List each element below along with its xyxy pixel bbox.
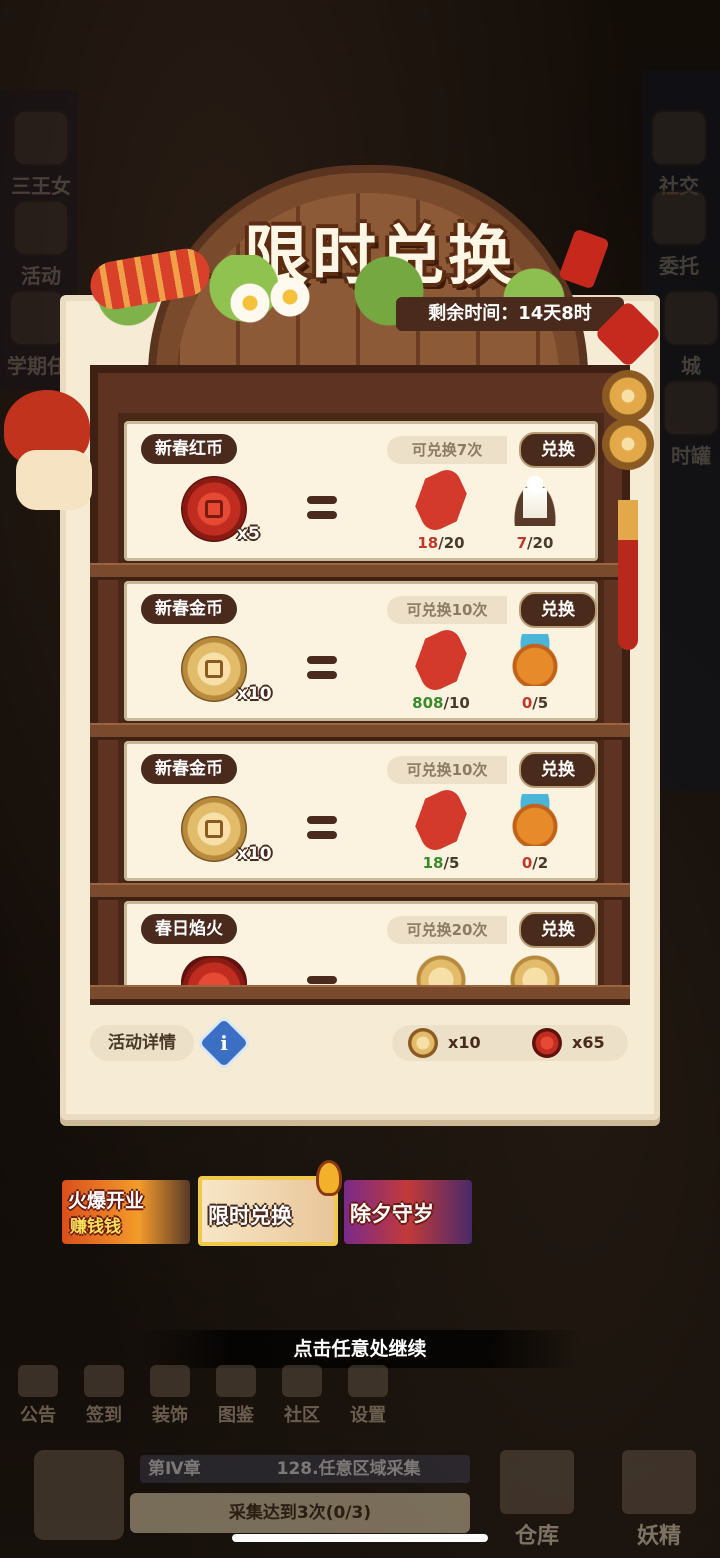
item-have: 18: [417, 534, 439, 552]
exchange-button[interactable]: 兑换: [519, 592, 597, 628]
shelf-beam: [90, 723, 630, 740]
exchange-row: 新春金币 可兑换10次 兑换 x10 808/10 0/5: [124, 581, 598, 721]
row-limit: 可兑换10次: [387, 596, 507, 624]
checkin-icon: [84, 1365, 124, 1397]
lucky-bag-icon: [509, 794, 561, 846]
required-item[interactable]: 0/5: [505, 634, 565, 712]
chest-icon: [500, 1450, 574, 1514]
equals-icon: [307, 496, 337, 522]
required-item[interactable]: 18/20: [406, 465, 476, 552]
item-need: /5: [532, 694, 549, 712]
flower-icon: [270, 277, 310, 317]
gear-icon: [348, 1365, 388, 1397]
task-name: 128.任意区域采集: [276, 1459, 421, 1479]
decorate-icon: [150, 1365, 190, 1397]
row-limit: 可兑换10次: [387, 756, 507, 784]
activity-details-label[interactable]: 活动详情: [90, 1025, 194, 1061]
limited-exchange-panel: 限时兑换 新春红币 可兑换7次 兑换 x5 18/20 7/20: [60, 165, 660, 1120]
row-title: 新春红币: [141, 434, 237, 464]
shelf-beam: [90, 883, 630, 900]
collection-icon: [216, 1365, 256, 1397]
lucky-bag-icon: [509, 634, 561, 686]
tab-grand-opening[interactable]: 火爆开业 赚钱钱: [62, 1180, 190, 1244]
equals-icon: [307, 816, 337, 842]
item-need: /2: [532, 854, 549, 872]
alert-badge-icon: [316, 1160, 342, 1196]
exchange-button[interactable]: 兑换: [519, 432, 597, 468]
chinese-knot-icon: [594, 300, 662, 650]
continue-hint[interactable]: 点击任意处继续: [140, 1330, 580, 1368]
nav-checkin[interactable]: 签到: [76, 1365, 132, 1427]
gold-coin-count: x10: [448, 1033, 481, 1052]
red-coin-count: x65: [572, 1033, 605, 1052]
announcement-icon: [18, 1365, 58, 1397]
fairy-button[interactable]: 妖精: [604, 1450, 714, 1550]
exchange-list[interactable]: 新春红币 可兑换7次 兑换 x5 18/20 7/20 新春金币 可兑换10次 …: [118, 413, 604, 993]
exchange-shelf: 新春红币 可兑换7次 兑换 x5 18/20 7/20 新春金币 可兑换10次 …: [90, 365, 630, 1005]
cost-qty: x10: [237, 844, 272, 864]
gold-coin-icon: [408, 1028, 438, 1058]
exchange-row: 春日焰火 可兑换20次 兑换: [124, 901, 598, 993]
required-item[interactable]: 7/20: [505, 474, 565, 552]
flower-icon: [230, 283, 270, 323]
equals-icon: [307, 656, 337, 682]
exchange-row: 新春金币 可兑换10次 兑换 x10 18/5 0/2: [124, 741, 598, 881]
shelf-beam: [90, 563, 630, 580]
required-item[interactable]: 0/2: [505, 794, 565, 872]
shelf-beam: [90, 985, 630, 1002]
firecracker-icon: [406, 785, 476, 855]
row-limit: 可兑换20次: [387, 916, 507, 944]
item-need: /20: [438, 534, 465, 552]
red-coin-icon: [532, 1028, 562, 1058]
row-title: 新春金币: [141, 594, 237, 624]
item-have: 7: [516, 534, 528, 552]
nav-settings[interactable]: 设置: [340, 1365, 396, 1427]
item-need: /20: [527, 534, 554, 552]
fairy-icon: [622, 1450, 696, 1514]
home-indicator[interactable]: [232, 1534, 488, 1542]
item-have: 18: [422, 854, 444, 872]
currency-display: x10 x65: [392, 1025, 628, 1061]
row-title: 新春金币: [141, 754, 237, 784]
tab-new-year-eve[interactable]: 除夕守岁: [344, 1180, 472, 1244]
item-have: 0: [521, 854, 533, 872]
panel-footer: 活动详情 i x10 x65: [90, 1014, 630, 1072]
firecracker-icon: [406, 625, 476, 695]
item-need: /5: [443, 854, 460, 872]
nav-decorate[interactable]: 装饰: [142, 1365, 198, 1427]
cost-qty: x10: [237, 684, 272, 704]
nav-collection[interactable]: 图鉴: [208, 1365, 264, 1427]
row-limit: 可兑换7次: [387, 436, 507, 464]
cost-qty: x5: [237, 524, 260, 544]
item-have: 0: [521, 694, 533, 712]
chapter-label: 第Ⅳ章: [148, 1459, 201, 1479]
exchange-row: 新春红币 可兑换7次 兑换 x5 18/20 7/20: [124, 421, 598, 561]
nav-announcement[interactable]: 公告: [10, 1365, 66, 1427]
item-have: 808: [412, 694, 444, 712]
firecracker-icon: [406, 465, 476, 535]
chapter-task[interactable]: 第Ⅳ章 128.任意区域采集 采集达到3次(0/3): [130, 1455, 470, 1545]
item-need: /10: [443, 694, 470, 712]
task-progress: 采集达到3次(0/3): [130, 1493, 470, 1533]
exchange-button[interactable]: 兑换: [519, 912, 597, 948]
storybook-icon[interactable]: [34, 1450, 124, 1540]
required-item[interactable]: 18/5: [406, 785, 476, 872]
required-item[interactable]: 808/10: [406, 625, 476, 712]
exchange-button[interactable]: 兑换: [519, 752, 597, 788]
bottom-nav: 公告 签到 装饰 图鉴 社区 设置: [0, 1365, 420, 1427]
community-icon: [282, 1365, 322, 1397]
row-title: 春日焰火: [141, 914, 237, 944]
character-girl-icon: [0, 390, 100, 520]
time-remaining: 剩余时间：14天8时: [396, 297, 624, 331]
candle-icon: [509, 474, 561, 526]
warehouse-button[interactable]: 仓库: [482, 1450, 592, 1550]
nav-community[interactable]: 社区: [274, 1365, 330, 1427]
